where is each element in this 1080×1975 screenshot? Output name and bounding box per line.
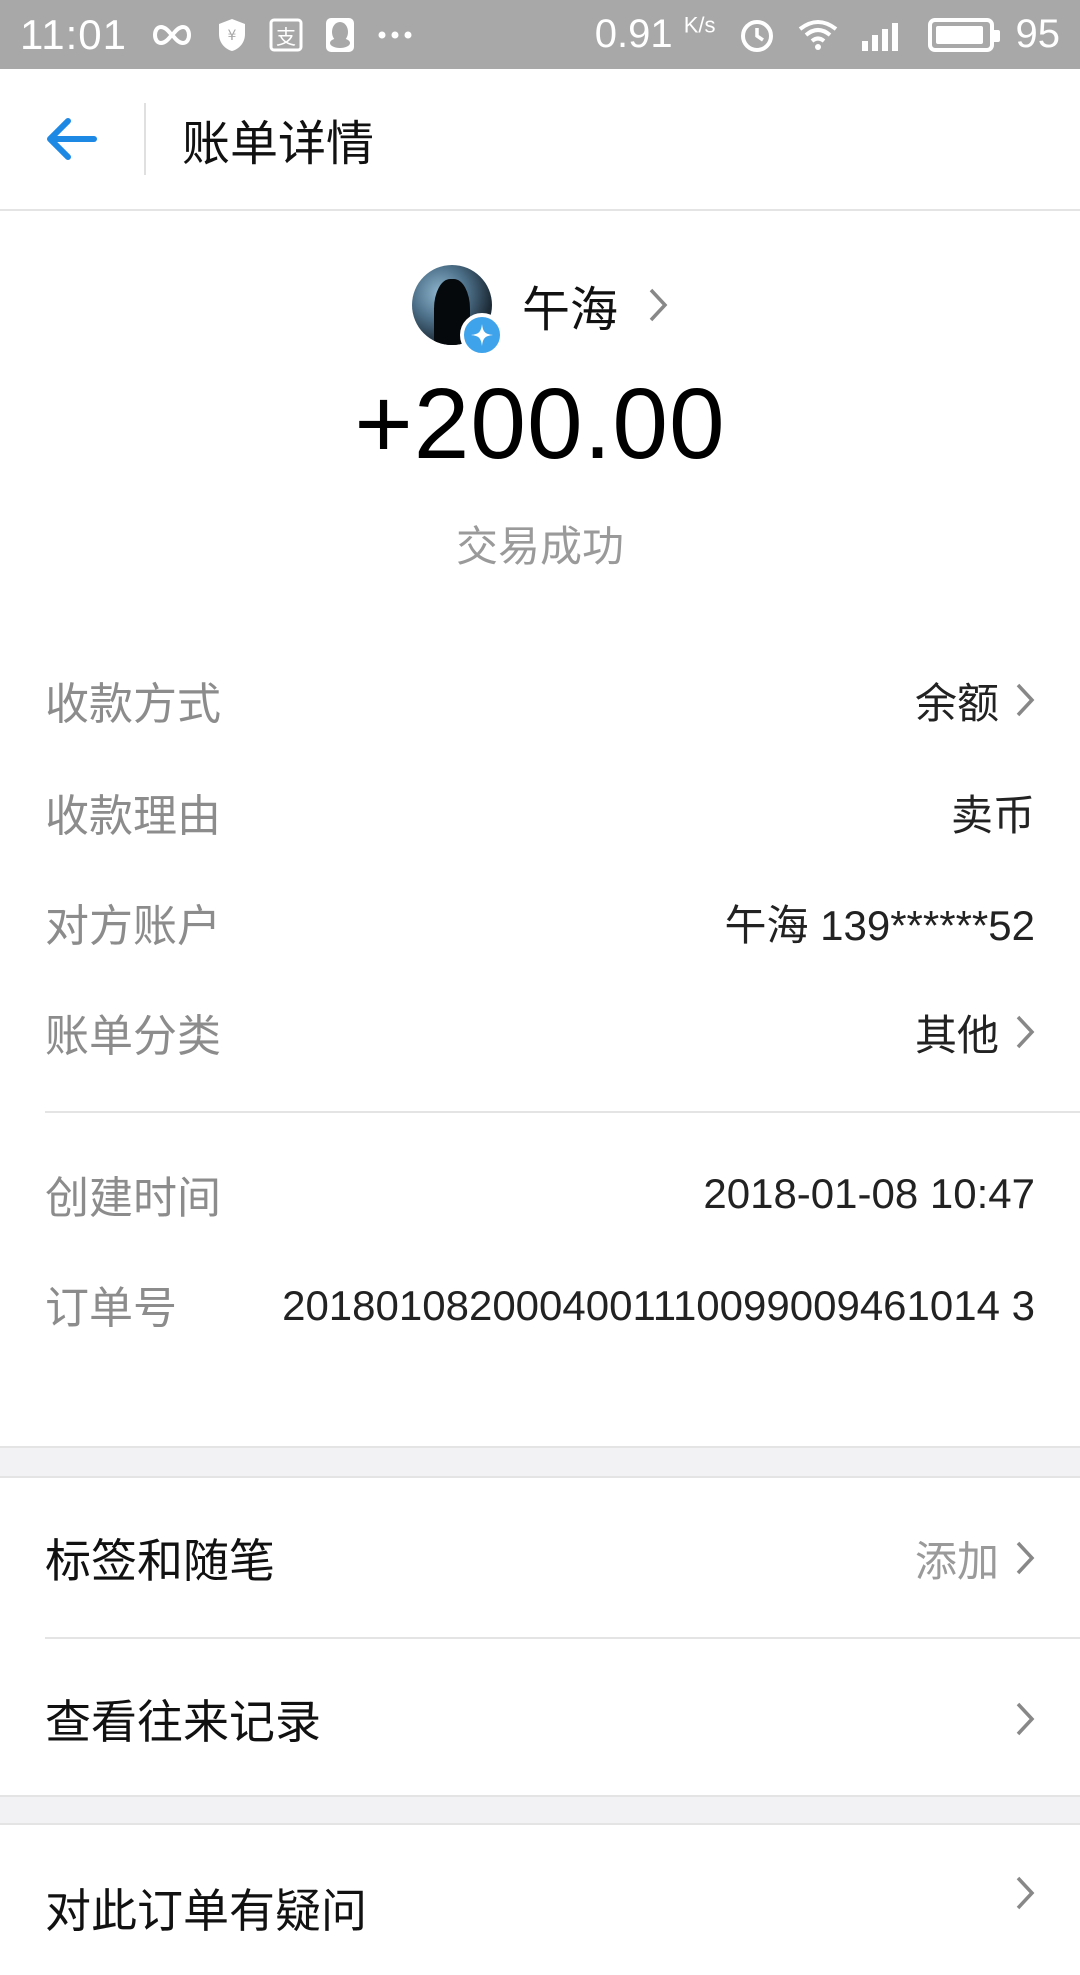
amount: +200.00 [354,368,726,480]
detail-label: 对方账户 [45,902,221,951]
section-gap [0,1795,1080,1825]
order-number-value: 2018010820004001110099009461014 3 [282,1282,1035,1329]
status-time: 11:01 [20,10,127,58]
battery-icon [927,17,1000,52]
network-speed: 0.91 K/s [595,12,716,57]
created-time-value: 2018-01-08 10:47 [703,1170,1035,1217]
tags-notes-label: 标签和随笔 [45,1535,275,1587]
chevron-right-icon [1015,682,1035,718]
network-speed-value: 0.91 [594,12,673,56]
svg-text:¥: ¥ [228,28,237,44]
detail-value: 午海 139******52 [724,901,1035,949]
detail-value: 卖币 [950,791,1035,839]
alarm-icon [738,16,776,54]
detail-row-created-time: 创建时间 2018-01-08 10:47 [45,1162,1035,1226]
detail-row-category[interactable]: 账单分类 其他 [45,1000,1035,1064]
nav-bar: 账单详情 [0,69,1080,211]
status-bar: 11:01 ¥ 支 0.91 K/s 95 [0,0,1080,69]
detail-value: 余额 [914,679,999,727]
network-speed-unit: K/s [683,12,716,38]
chevron-right-icon [1015,1014,1035,1050]
nav-divider [144,103,146,175]
detail-label: 收款方式 [45,680,221,729]
shield-yen-icon: ¥ [217,17,247,53]
payer-name: 午海 [521,284,618,337]
created-time-label: 创建时间 [45,1174,221,1223]
payer-link[interactable]: 午海 [0,255,1080,357]
order-question-label: 对此订单有疑问 [45,1885,367,1937]
view-history-row[interactable]: 查看往来记录 [45,1639,1035,1799]
view-history-label: 查看往来记录 [45,1696,321,1748]
alipay-icon: 支 [269,18,303,52]
chevron-right-icon [648,287,668,323]
chevron-right-icon [1015,1875,1035,1911]
wifi-icon [798,19,838,51]
chevron-right-icon [1015,1540,1035,1576]
transaction-status: 交易成功 [455,523,624,570]
more-dots-icon [377,30,413,40]
chevron-right-icon [1015,1701,1035,1737]
infinity-icon [149,23,195,47]
order-number-label: 订单号 [45,1284,177,1333]
avatar [411,265,504,357]
detail-row-reason: 收款理由 卖币 [45,780,1035,844]
signal-icon [860,19,906,51]
battery-percent: 95 [1015,12,1061,56]
section-divider [45,1111,1080,1113]
detail-label: 账单分类 [45,1012,221,1061]
arrow-left-icon [47,118,97,160]
detail-value: 其他 [914,1011,999,1059]
detail-label: 收款理由 [45,792,221,841]
page-title: 账单详情 [182,118,375,171]
detail-row-counterparty: 对方账户 午海 139******52 [45,890,1035,954]
svg-text:支: 支 [276,25,296,49]
section-gap [0,1446,1080,1478]
detail-row-payment-method[interactable]: 收款方式 余额 [45,668,1035,732]
verified-badge-icon [459,313,504,357]
add-tag-hint: 添加 [914,1537,999,1585]
tags-notes-row[interactable]: 标签和随笔 添加 [45,1478,1035,1638]
back-button[interactable] [0,68,144,210]
transaction-header: 午海 +200.00 交易成功 [0,213,1080,643]
qq-icon [325,17,355,53]
order-question-row[interactable]: 对此订单有疑问 [45,1825,1035,1975]
